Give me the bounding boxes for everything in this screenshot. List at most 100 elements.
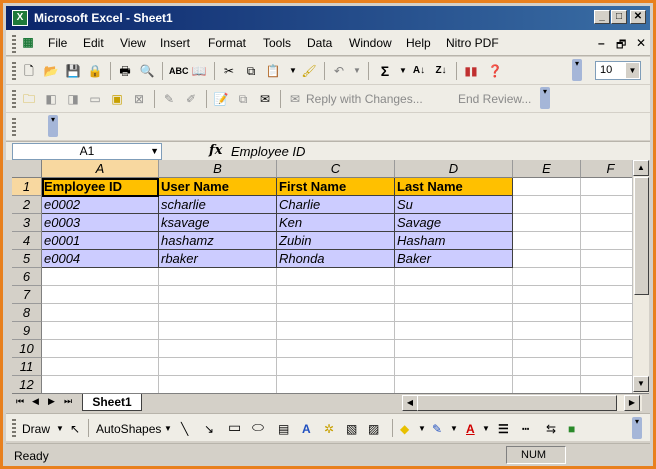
menu-edit[interactable]: Edit: [83, 36, 104, 50]
cell-f10[interactable]: [581, 340, 632, 358]
wordart-icon[interactable]: A: [302, 422, 311, 436]
cell-c9[interactable]: [277, 322, 395, 340]
clip-art-icon[interactable]: ▧: [346, 422, 357, 436]
excel-icon[interactable]: X: [12, 10, 28, 26]
cell-a8[interactable]: [42, 304, 159, 322]
toolbar-grip[interactable]: [12, 118, 16, 136]
cell-d8[interactable]: [395, 304, 513, 322]
cell-d1[interactable]: Last Name: [395, 178, 513, 196]
cell-d4[interactable]: Hasham: [395, 232, 513, 250]
column-header-d[interactable]: D: [395, 160, 513, 178]
cell-c10[interactable]: [277, 340, 395, 358]
cell-a3[interactable]: e0003: [42, 214, 159, 232]
sheet-tab-sheet1[interactable]: Sheet1: [82, 394, 142, 411]
cell-c11[interactable]: [277, 358, 395, 376]
vertical-scrollbar[interactable]: ▲ ▼: [632, 160, 649, 393]
toolbar-grip[interactable]: [12, 419, 16, 437]
send-to-mail-icon[interactable]: ✉: [256, 90, 274, 108]
cell-f11[interactable]: [581, 358, 632, 376]
show-comment-icon[interactable]: ▭: [86, 90, 104, 108]
select-all-corner[interactable]: [12, 160, 42, 178]
cell-b1[interactable]: User Name: [159, 178, 277, 196]
ink-annotations-icon[interactable]: ✎: [160, 90, 178, 108]
row-header-9[interactable]: 9: [12, 322, 42, 340]
cell-f9[interactable]: [581, 322, 632, 340]
cell-a10[interactable]: [42, 340, 159, 358]
column-header-b[interactable]: B: [159, 160, 277, 178]
chevron-down-icon[interactable]: ▼: [626, 63, 639, 78]
cell-d10[interactable]: [395, 340, 513, 358]
chevron-down-icon[interactable]: ▼: [482, 424, 490, 433]
first-sheet-icon[interactable]: ⏮: [16, 396, 24, 407]
insert-picture-icon[interactable]: ▨: [368, 422, 379, 436]
doc-minimize-button[interactable]: –: [598, 36, 605, 50]
column-header-a[interactable]: A: [42, 160, 159, 178]
cell-f4[interactable]: [581, 232, 632, 250]
new-document-icon[interactable]: 🗋: [20, 62, 38, 80]
next-comment-icon[interactable]: ◨: [64, 90, 82, 108]
document-icon[interactable]: ▦: [19, 33, 37, 51]
menu-help[interactable]: Help: [406, 36, 431, 50]
previous-comment-icon[interactable]: ◧: [42, 90, 60, 108]
minimize-button[interactable]: _: [594, 10, 610, 24]
doc-restore-button[interactable]: 🗗: [616, 36, 626, 55]
draw-menu-button[interactable]: Draw: [22, 422, 50, 436]
paste-icon[interactable]: 📋: [264, 62, 282, 80]
sort-descending-icon[interactable]: Z↓: [432, 62, 450, 80]
shadow-style-icon[interactable]: ■: [568, 422, 575, 436]
row-header-12[interactable]: 12: [12, 376, 42, 393]
cell-f8[interactable]: [581, 304, 632, 322]
chevron-down-icon[interactable]: ▼: [150, 144, 159, 159]
close-button[interactable]: ✕: [630, 10, 646, 24]
column-header-c[interactable]: C: [277, 160, 395, 178]
spelling-icon[interactable]: ABC: [168, 62, 189, 80]
cell-f2[interactable]: [581, 196, 632, 214]
column-header-f[interactable]: F: [581, 160, 632, 178]
cell-f3[interactable]: [581, 214, 632, 232]
cell-a4[interactable]: e0001: [42, 232, 159, 250]
cell-d3[interactable]: Savage: [395, 214, 513, 232]
horizontal-scroll-thumb[interactable]: [417, 395, 617, 411]
cell-e2[interactable]: [513, 196, 581, 214]
delete-comment-icon[interactable]: ⊠: [130, 90, 148, 108]
permission-icon[interactable]: 🔒: [86, 62, 104, 80]
cell-c3[interactable]: Ken: [277, 214, 395, 232]
print-icon[interactable]: 🖶: [116, 62, 134, 80]
row-header-3[interactable]: 3: [12, 214, 42, 232]
cell-d11[interactable]: [395, 358, 513, 376]
show-all-comments-icon[interactable]: ▣: [108, 90, 126, 108]
cell-a12[interactable]: [42, 376, 159, 393]
column-header-e[interactable]: E: [513, 160, 581, 178]
chevron-down-icon[interactable]: ▼: [164, 424, 172, 433]
cell-c12[interactable]: [277, 376, 395, 393]
row-header-5[interactable]: 5: [12, 250, 42, 268]
open-folder-icon[interactable]: 📂: [42, 62, 60, 80]
chevron-down-icon[interactable]: ▼: [418, 424, 426, 433]
row-header-1[interactable]: 1: [12, 178, 42, 196]
chevron-down-icon[interactable]: ▼: [450, 424, 458, 433]
cell-b12[interactable]: [159, 376, 277, 393]
autoshapes-menu-button[interactable]: AutoShapes: [96, 422, 161, 436]
row-header-11[interactable]: 11: [12, 358, 42, 376]
line-style-icon[interactable]: ☰: [498, 422, 509, 436]
cell-d7[interactable]: [395, 286, 513, 304]
cell-a7[interactable]: [42, 286, 159, 304]
toolbar-options-icon[interactable]: ▾: [632, 417, 642, 439]
research-icon[interactable]: 📖: [190, 62, 208, 80]
insert-comment-icon[interactable]: 🗀: [20, 90, 38, 108]
select-objects-icon[interactable]: ↖: [70, 422, 80, 436]
vertical-scroll-thumb[interactable]: [634, 177, 649, 295]
row-header-7[interactable]: 7: [12, 286, 42, 304]
maximize-button[interactable]: □: [611, 10, 627, 24]
reply-with-changes-button[interactable]: Reply with Changes...: [306, 92, 423, 106]
font-size-select[interactable]: 10 ▼: [595, 61, 641, 80]
cell-d2[interactable]: Su: [395, 196, 513, 214]
menu-data[interactable]: Data: [307, 36, 332, 50]
cell-a11[interactable]: [42, 358, 159, 376]
cell-e10[interactable]: [513, 340, 581, 358]
cell-a6[interactable]: [42, 268, 159, 286]
cell-b8[interactable]: [159, 304, 277, 322]
menu-window[interactable]: Window: [349, 36, 392, 50]
toolbar-options-icon[interactable]: ▾: [572, 59, 582, 81]
delete-ink-icon[interactable]: ✐: [182, 90, 200, 108]
